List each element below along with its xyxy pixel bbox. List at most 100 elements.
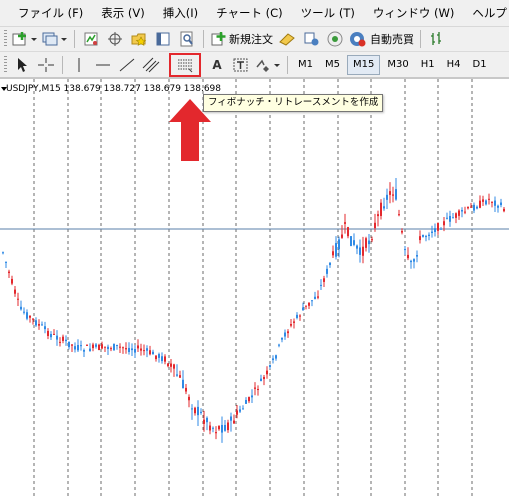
- bar-chart-button[interactable]: [427, 29, 447, 49]
- chart-window[interactable]: USDJPY,M15 138.679 138.727 138.679 138.6…: [0, 78, 509, 497]
- candle-body: [128, 347, 130, 353]
- candle-body: [206, 417, 208, 423]
- new-order-button[interactable]: 新規注文: [210, 29, 273, 49]
- autotrading-label: 自動売買: [370, 33, 414, 46]
- vertical-line-button[interactable]: [69, 55, 89, 75]
- text-label-icon: [233, 58, 248, 71]
- menu-file[interactable]: ファイル (F): [9, 5, 92, 21]
- timeframe-h4[interactable]: H4: [442, 56, 466, 74]
- candle-body: [131, 348, 133, 351]
- candle-body: [53, 333, 55, 335]
- candle-body: [224, 424, 226, 431]
- timeframe-d1[interactable]: D1: [468, 56, 492, 74]
- candle-body: [302, 307, 304, 311]
- annotation-up-arrow-icon: [169, 99, 211, 161]
- candle-body: [107, 346, 109, 350]
- candle-body: [329, 262, 331, 266]
- candle-body: [272, 358, 274, 361]
- text-label-button[interactable]: [231, 55, 251, 75]
- standard-toolbar: 新規注文 自動売買: [0, 27, 509, 52]
- candle-body: [470, 206, 472, 208]
- candle-body: [203, 419, 205, 424]
- candle-body: [341, 234, 343, 238]
- candle-body: [440, 228, 442, 230]
- candle-body: [335, 243, 337, 257]
- candle-body: [287, 331, 289, 334]
- horizontal-line-icon: [96, 64, 110, 65]
- menu-view[interactable]: 表示 (V): [92, 5, 154, 21]
- candle-body: [251, 395, 253, 398]
- candle-body: [2, 252, 4, 254]
- menu-chart[interactable]: チャート (C): [207, 5, 292, 21]
- candle-body: [143, 350, 145, 352]
- vertical-line-icon: [78, 57, 80, 72]
- candle-body: [284, 332, 286, 337]
- terminal-button[interactable]: [153, 29, 173, 49]
- signals-button[interactable]: [301, 29, 321, 49]
- channel-button[interactable]: [141, 55, 161, 75]
- horizontal-line-button[interactable]: [93, 55, 113, 75]
- candle-body: [167, 363, 169, 367]
- toolbar-grip[interactable]: [4, 30, 7, 48]
- text-tool-button[interactable]: A: [207, 55, 227, 75]
- candle-body: [377, 214, 379, 217]
- shapes-dropdown-button[interactable]: [255, 55, 281, 75]
- candle-body: [353, 240, 355, 245]
- candle-body: [473, 204, 475, 211]
- menu-window[interactable]: ウィンドウ (W): [364, 5, 464, 21]
- strategy-tester-button[interactable]: [177, 29, 197, 49]
- market-watch-button[interactable]: [81, 29, 101, 49]
- new-order-icon: [211, 32, 226, 46]
- timeframe-m5[interactable]: M5: [320, 56, 345, 74]
- crosshair-view-button[interactable]: [105, 29, 125, 49]
- price-chart[interactable]: [0, 79, 509, 497]
- candle-body: [227, 422, 229, 431]
- timeframe-m1[interactable]: M1: [293, 56, 318, 74]
- candle-body: [359, 247, 361, 255]
- candle-body: [275, 355, 277, 359]
- candle-body: [299, 315, 301, 317]
- terminal-icon: [156, 32, 170, 46]
- toolbar-grip[interactable]: [4, 55, 7, 74]
- fibonacci-button[interactable]: [169, 52, 201, 77]
- candle-body: [62, 336, 64, 341]
- trendline-icon: [119, 58, 135, 71]
- toolbar-separator: [287, 55, 288, 74]
- navigator-icon: [131, 33, 147, 46]
- cursor-button[interactable]: [12, 55, 32, 75]
- navigator-button[interactable]: [129, 29, 149, 49]
- candle-body: [431, 231, 433, 234]
- candle-body: [422, 234, 424, 237]
- autotrading-button[interactable]: 自動売買: [349, 29, 414, 49]
- profiles-button[interactable]: [42, 29, 68, 49]
- menu-tools[interactable]: ツール (T): [292, 5, 364, 21]
- candle-body: [458, 210, 460, 216]
- candle-body: [443, 221, 445, 226]
- metaeditor-button[interactable]: [277, 29, 297, 49]
- market-watch-icon: [84, 32, 98, 46]
- timeframe-m30[interactable]: M30: [382, 56, 413, 74]
- candle-body: [293, 321, 295, 323]
- trendline-button[interactable]: [117, 55, 137, 75]
- new-order-label: 新規注文: [229, 33, 273, 46]
- toolbar-separator: [420, 30, 421, 48]
- crosshair-tool-button[interactable]: [36, 55, 56, 75]
- candle-body: [89, 348, 91, 351]
- timeframe-m15[interactable]: M15: [347, 54, 381, 75]
- candle-body: [152, 351, 154, 355]
- fibonacci-tooltip: フィボナッチ・リトレースメントを作成: [203, 94, 384, 112]
- menu-insert[interactable]: 挿入(I): [154, 5, 207, 21]
- candle-body: [452, 217, 454, 219]
- timeframe-h1[interactable]: H1: [416, 56, 440, 74]
- candle-body: [80, 345, 82, 347]
- candle-body: [20, 306, 22, 310]
- candle-body: [26, 312, 28, 319]
- candle-body: [170, 363, 172, 367]
- menu-help[interactable]: ヘルプ (H): [463, 5, 509, 21]
- candle-body: [323, 278, 325, 282]
- broadcast-button[interactable]: [325, 29, 345, 49]
- candle-body: [65, 339, 67, 342]
- candle-body: [47, 330, 49, 336]
- new-chart-button[interactable]: [12, 29, 38, 49]
- candle-body: [11, 278, 13, 284]
